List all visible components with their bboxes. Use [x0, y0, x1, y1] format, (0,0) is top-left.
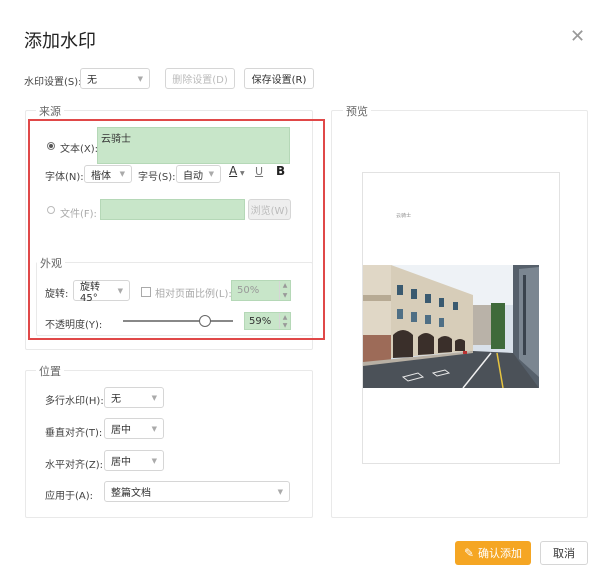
watermark-settings-select[interactable]: 无 ▼	[80, 68, 150, 89]
horizontal-align-label: 水平对齐(Z):	[45, 460, 104, 471]
dialog-title: 添加水印	[24, 31, 96, 52]
highlight-box	[28, 119, 325, 340]
apply-to-select[interactable]: 整篇文档 ▼	[104, 481, 290, 502]
watermark-settings-label: 水印设置(S):	[24, 77, 82, 88]
watermark-settings-value: 无	[87, 75, 97, 86]
source-title: 来源	[36, 103, 64, 119]
horizontal-align-select[interactable]: 居中 ▼	[104, 450, 164, 471]
chevron-down-icon: ▼	[151, 424, 157, 433]
multi-watermark-label: 多行水印(H):	[45, 396, 104, 407]
confirm-add-label: 确认添加	[478, 547, 523, 560]
multi-watermark-select[interactable]: 无 ▼	[104, 387, 164, 408]
preview-photo	[363, 265, 539, 388]
multi-watermark-value: 无	[111, 394, 121, 405]
delete-settings-button[interactable]: 删除设置(D)	[165, 68, 235, 89]
horizontal-align-value: 居中	[111, 457, 131, 468]
apply-to-value: 整篇文档	[111, 488, 151, 499]
vertical-align-value: 居中	[111, 425, 131, 436]
chevron-down-icon: ▼	[137, 74, 143, 83]
vertical-align-select[interactable]: 居中 ▼	[104, 418, 164, 439]
chevron-down-icon: ▼	[151, 456, 157, 465]
preview-title: 预览	[343, 103, 371, 119]
preview-watermark-text: 云骑士	[395, 212, 412, 220]
save-settings-button[interactable]: 保存设置(R)	[244, 68, 314, 89]
chevron-down-icon: ▼	[151, 393, 157, 402]
vertical-align-label: 垂直对齐(T):	[45, 428, 103, 439]
position-title: 位置	[36, 363, 64, 379]
close-icon[interactable]: ✕	[570, 28, 585, 46]
chevron-down-icon: ▼	[277, 487, 283, 496]
apply-to-label: 应用于(A):	[45, 491, 94, 502]
watermark-stamp-icon: ✎	[463, 546, 475, 560]
cancel-button[interactable]: 取消	[540, 541, 588, 565]
confirm-add-button[interactable]: ✎ 确认添加	[455, 541, 531, 565]
